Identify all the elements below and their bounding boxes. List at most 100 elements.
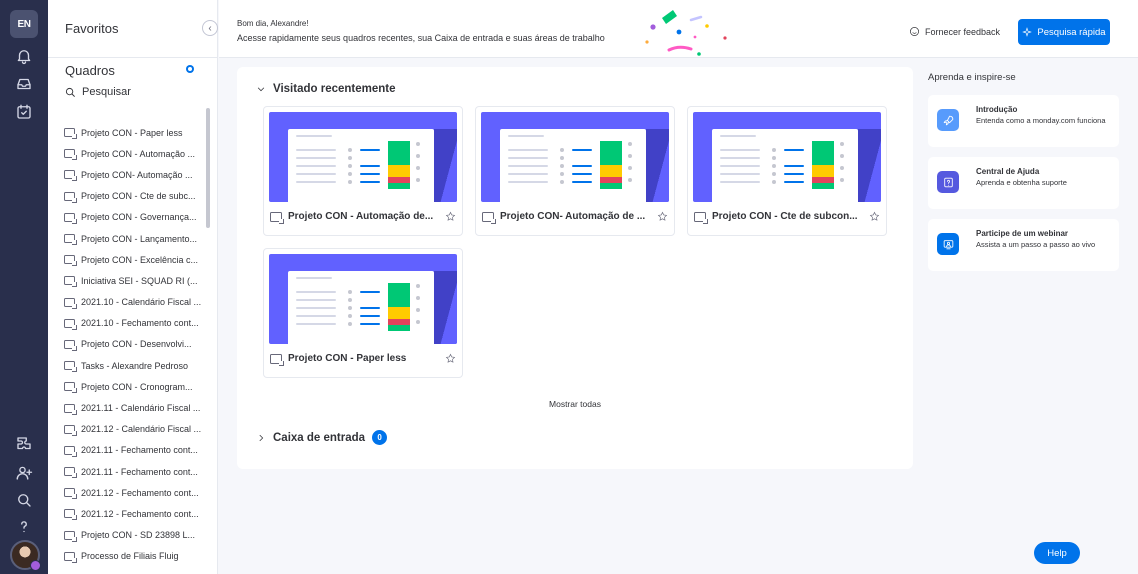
board-icon [64, 488, 77, 500]
board-icon [482, 211, 496, 224]
board-icon [64, 530, 77, 542]
learn-card-intro[interactable]: Introdução Entenda como a monday.com fun… [928, 95, 1119, 147]
sidebar-board-item[interactable]: Processo de Filiais Fluig [64, 546, 204, 567]
recent-section-header[interactable]: Visitado recentemente [256, 83, 396, 95]
board-thumbnail [269, 254, 457, 344]
bell-icon[interactable] [12, 44, 36, 68]
sidebar-board-item[interactable]: Projeto CON - Cronogram... [64, 376, 204, 397]
inbox-icon[interactable] [12, 72, 36, 96]
sidebar-board-label: 2021.11 - Calendário Fiscal ... [81, 403, 201, 414]
sidebar-board-label: Projeto CON - Lançamento... [81, 233, 198, 244]
boards-add-icon[interactable] [186, 65, 194, 73]
sidebar-board-item[interactable]: Projeto CON - Governança... [64, 207, 204, 228]
quick-search-label: Pesquisa rápida [1037, 26, 1106, 38]
favorites-row[interactable]: Favoritos [48, 0, 218, 58]
sidebar-board-item[interactable]: Projeto CON - Paper less [64, 122, 204, 143]
sidebar-search[interactable]: Pesquisar [65, 85, 131, 99]
sidebar-board-item[interactable]: Iniciativa SEI - SQUAD RI (... [64, 270, 204, 291]
boards-title[interactable]: Quadros [65, 63, 115, 78]
board-icon [64, 403, 77, 415]
recent-board-card[interactable]: Projeto CON - Paper less [263, 248, 463, 378]
board-list: Projeto CON - Paper less Projeto CON - A… [64, 122, 204, 567]
inbox-section-header[interactable]: Caixa de entrada 0 [256, 430, 388, 445]
sidebar-board-item[interactable]: 2021.11 - Fechamento cont... [64, 440, 204, 461]
help-center-icon [937, 171, 959, 193]
board-icon [64, 128, 77, 140]
board-icon [64, 318, 77, 330]
board-icon [64, 339, 77, 351]
search-icon[interactable] [12, 488, 36, 512]
recent-board-card[interactable]: Projeto CON - Automação de... [263, 106, 463, 236]
top-bar: Bom dia, Alexandre! Acesse rapidamente s… [219, 0, 1138, 58]
sidebar-board-item[interactable]: Projeto CON - Excelência c... [64, 249, 204, 270]
sidebar-board-item[interactable]: 2021.10 - Fechamento cont... [64, 313, 204, 334]
sidebar-board-item[interactable]: Projeto CON - Automação ... [64, 143, 204, 164]
sidebar-board-item[interactable]: Projeto CON- Automação ... [64, 164, 204, 185]
board-icon [270, 353, 284, 366]
help-icon[interactable] [12, 515, 36, 539]
sidebar-board-label: Projeto CON - Excelência c... [81, 254, 199, 265]
sidebar-board-label: Projeto CON - Desenvolvi... [81, 339, 192, 350]
sidebar-board-label: Projeto CON - Cronogram... [81, 381, 193, 392]
board-icon [64, 445, 77, 457]
board-icon [64, 212, 77, 224]
recent-board-title: Projeto CON- Automação de ... [500, 211, 646, 222]
sidebar-board-label: Projeto CON - Automação ... [81, 148, 196, 159]
apps-icon[interactable] [12, 432, 36, 456]
recent-board-card[interactable]: Projeto CON - Cte de subcon... [687, 106, 887, 236]
sidebar-board-label: Projeto CON - SD 23898 L... [81, 530, 196, 541]
collapse-sidebar-button[interactable]: ‹ [202, 20, 218, 36]
feedback-label: Fornecer feedback [925, 26, 1001, 37]
sidebar-board-label: 2021.11 - Fechamento cont... [81, 466, 198, 477]
sidebar-board-item[interactable]: 2021.11 - Calendário Fiscal ... [64, 397, 204, 418]
board-icon [64, 424, 77, 436]
board-thumbnail [481, 112, 669, 202]
chevron-down-icon [257, 87, 265, 92]
quick-search-button[interactable]: Pesquisa rápida [1018, 19, 1110, 45]
sidebar-board-item[interactable]: 2021.12 - Fechamento cont... [64, 482, 204, 503]
feedback-button[interactable]: Fornecer feedback [909, 26, 1000, 37]
sidebar-board-item[interactable]: 2021.11 - Fechamento cont... [64, 461, 204, 482]
sidebar-board-item[interactable]: Projeto CON - Cte de subc... [64, 186, 204, 207]
inbox-section-title: Caixa de entrada [273, 431, 366, 444]
show-all-link[interactable]: Mostrar todas [237, 399, 913, 409]
sidebar-board-label: Projeto CON- Automação ... [81, 169, 193, 180]
sidebar-board-item[interactable]: Projeto CON - SD 23898 L... [64, 525, 204, 546]
invite-icon[interactable] [12, 461, 36, 485]
confetti-decoration [645, 10, 727, 56]
sidebar-board-item[interactable]: Projeto CON - Desenvolvi... [64, 334, 204, 355]
board-icon [270, 211, 284, 224]
board-icon [64, 467, 77, 479]
learn-card-webinar[interactable]: Participe de um webinar Assista a um pas… [928, 219, 1119, 271]
search-icon [65, 87, 75, 97]
board-icon [64, 361, 77, 373]
star-icon[interactable] [869, 211, 880, 222]
board-icon [694, 211, 708, 224]
board-icon [64, 234, 77, 246]
help-button[interactable]: Help [1034, 542, 1080, 564]
sidebar-board-item[interactable]: 2021.12 - Calendário Fiscal ... [64, 419, 204, 440]
favorites-title: Favoritos [65, 21, 119, 36]
greeting-text: Bom dia, Alexandre! [237, 19, 309, 28]
sidebar-scrollbar[interactable] [206, 108, 210, 228]
my-work-icon[interactable] [12, 100, 36, 124]
sidebar-board-label: Projeto CON - Paper less [81, 127, 183, 138]
workspace-logo[interactable]: EN [10, 10, 38, 38]
inbox-count-badge: 0 [372, 430, 388, 445]
chevron-right-icon [259, 434, 264, 441]
recent-board-card[interactable]: Projeto CON- Automação de ... [475, 106, 675, 236]
star-icon[interactable] [445, 353, 456, 364]
board-icon [64, 191, 77, 203]
sidebar-board-item[interactable]: Projeto CON - Lançamento... [64, 228, 204, 249]
sidebar-board-item[interactable]: 2021.10 - Calendário Fiscal ... [64, 292, 204, 313]
board-thumbnail [693, 112, 881, 202]
sidebar-board-item[interactable]: Tasks - Alexandre Pedroso [64, 355, 204, 376]
star-icon[interactable] [445, 211, 456, 222]
board-icon [64, 297, 77, 309]
learn-card-help-center[interactable]: Central de Ajuda Aprenda e obtenha supor… [928, 157, 1119, 209]
board-icon [64, 509, 77, 521]
sidebar-board-item[interactable]: 2021.12 - Fechamento cont... [64, 503, 204, 524]
feedback-icon [910, 27, 919, 36]
sidebar-board-label: Projeto CON - Cte de subc... [81, 191, 196, 202]
star-icon[interactable] [657, 211, 668, 222]
